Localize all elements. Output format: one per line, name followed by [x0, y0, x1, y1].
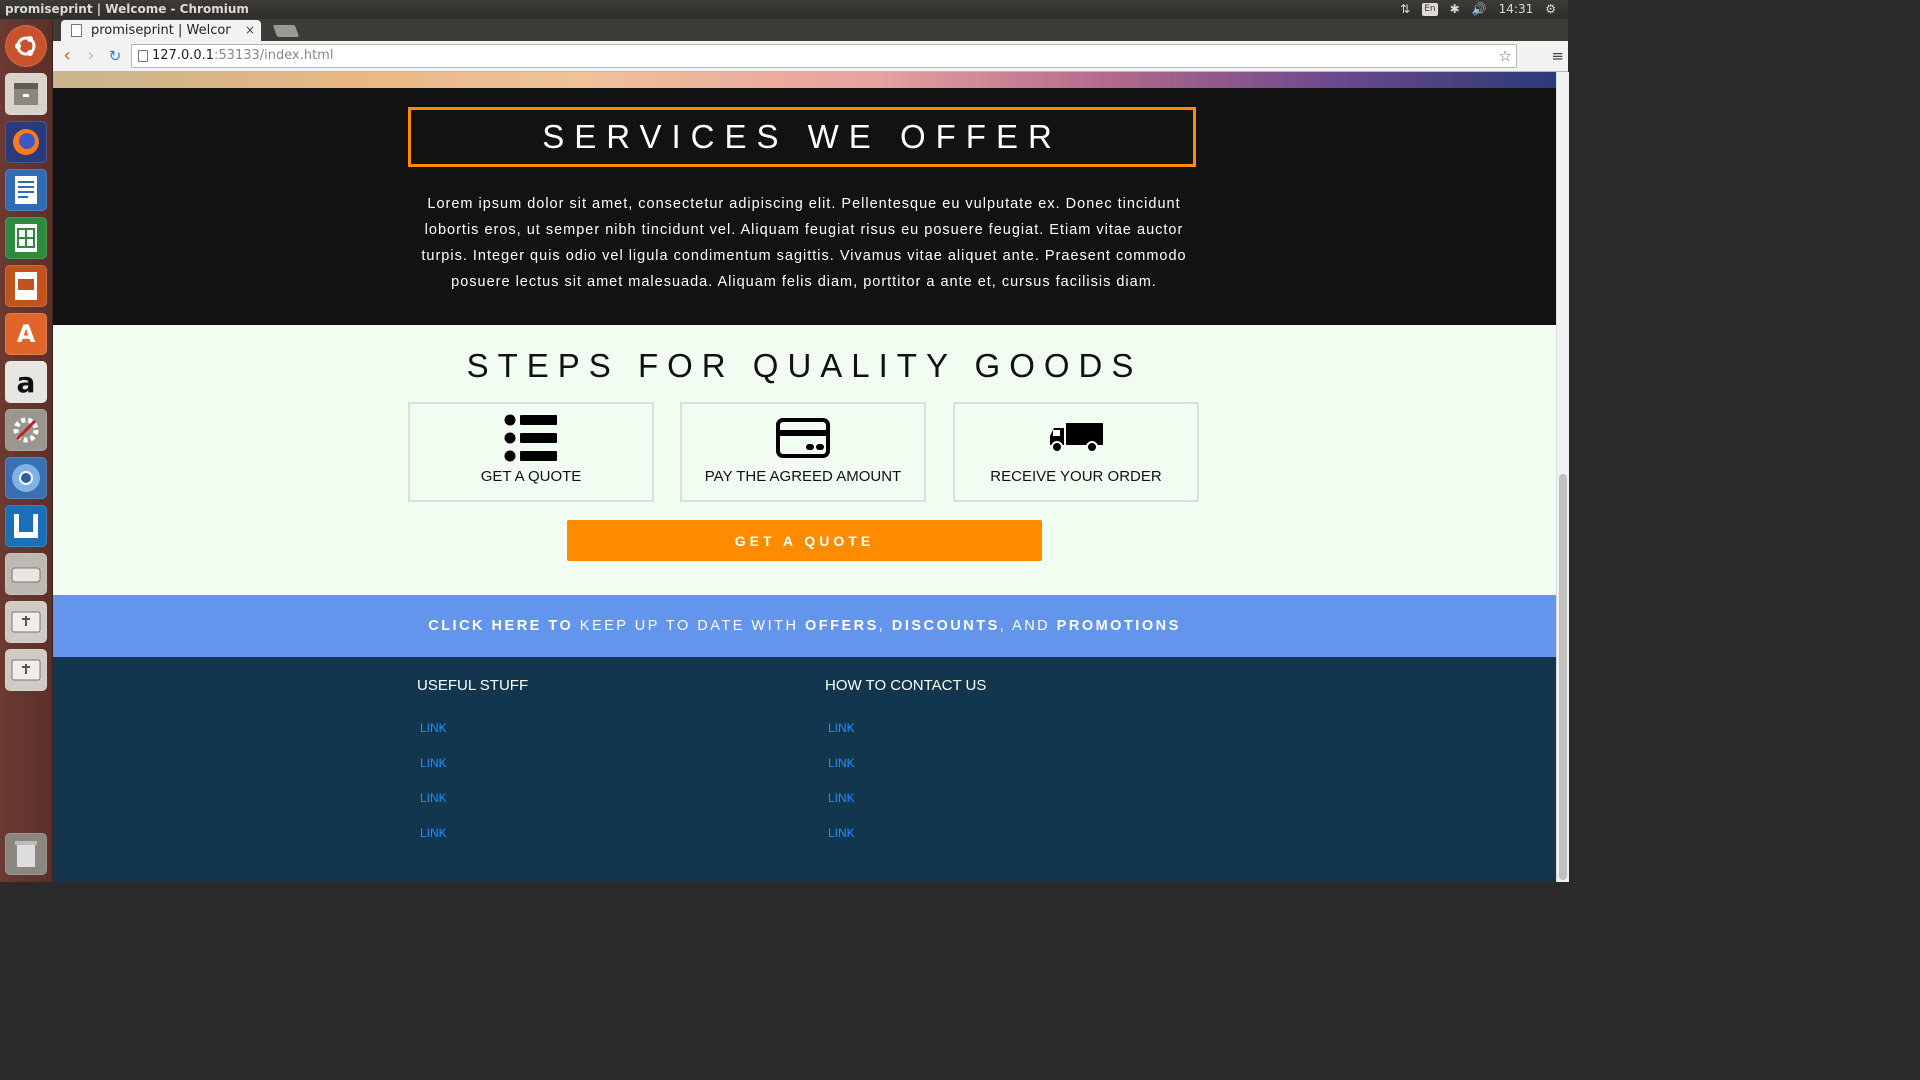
chromium-icon[interactable] — [5, 457, 47, 499]
impress-icon[interactable] — [5, 265, 47, 307]
system-settings-icon[interactable] — [5, 409, 47, 451]
menu-icon[interactable]: ≡ — [1551, 47, 1564, 65]
promo-banner[interactable]: CLICK HERE TO KEEP UP TO DATE WITH OFFER… — [53, 595, 1556, 657]
footer-link[interactable]: LINK — [420, 791, 447, 805]
services-description: Lorem ipsum dolor sit amet, consectetur … — [421, 196, 1187, 290]
footer-link[interactable]: LINK — [420, 756, 447, 770]
top-panel: promiseprint | Welcome - Chromium ⇅ En ✱… — [0, 0, 1568, 19]
footer-heading: HOW TO CONTACT US — [825, 677, 987, 694]
promo-text-and: , AND — [999, 618, 1057, 634]
page-scrollbar[interactable] — [1556, 72, 1569, 882]
software-center-icon[interactable]: A — [5, 313, 47, 355]
page-info-icon[interactable] — [138, 50, 148, 62]
promo-separator: , — [878, 618, 892, 634]
get-a-quote-button[interactable]: GET A QUOTE — [567, 520, 1042, 561]
step-label: RECEIVE YOUR ORDER — [990, 468, 1162, 485]
promo-click-here[interactable]: CLICK HERE TO — [428, 618, 573, 634]
step-card-get-quote: GET A QUOTE — [408, 402, 654, 502]
services-title: SERVICES WE OFFER — [542, 118, 1062, 155]
bookmark-star-icon[interactable]: ☆ — [1499, 45, 1512, 67]
browser-tab[interactable]: promiseprint | Welcome × — [61, 20, 261, 41]
close-icon[interactable]: × — [245, 20, 255, 41]
firefox-icon[interactable] — [5, 121, 47, 163]
promo-discounts: DISCOUNTS — [891, 618, 1000, 634]
step-card-pay: PAY THE AGREED AMOUNT — [680, 402, 926, 502]
url-host: 127.0.0.1 — [152, 48, 215, 63]
footer-link[interactable]: LINK — [828, 721, 855, 735]
usb-drive-icon[interactable] — [5, 601, 47, 643]
keyboard-indicator[interactable]: En — [1422, 3, 1438, 16]
services-section: SERVICES WE OFFER Lorem ipsum dolor sit … — [53, 88, 1556, 325]
new-tab-button[interactable] — [272, 25, 300, 37]
step-label: GET A QUOTE — [480, 468, 582, 485]
calc-icon[interactable] — [5, 217, 47, 259]
settings-gear-icon[interactable]: ⚙ — [1545, 0, 1556, 19]
footer-link[interactable]: LINK — [420, 826, 447, 840]
url-path: :53133/index.html — [214, 48, 334, 63]
steps-section: STEPS FOR QUALITY GOODS GET A QUOTE PAY … — [53, 325, 1556, 595]
step-label: PAY THE AGREED AMOUNT — [704, 468, 902, 485]
app-icon[interactable] — [5, 505, 47, 547]
step-card-receive: RECEIVE YOUR ORDER — [953, 402, 1199, 502]
clock[interactable]: 14:31 — [1499, 0, 1534, 19]
footer-link[interactable]: LINK — [828, 791, 855, 805]
tab-title: promiseprint | Welcome — [91, 23, 231, 38]
credit-card-icon — [776, 418, 830, 458]
writer-icon[interactable] — [5, 169, 47, 211]
browser-toolbar: ‹ › ↻ 127.0.0.1:53133/index.html ☆ ≡ — [53, 41, 1568, 72]
forward-icon[interactable]: › — [81, 45, 101, 67]
footer-link[interactable]: LINK — [828, 756, 855, 770]
tab-strip: promiseprint | Welcome × — [53, 19, 1568, 41]
list-icon — [504, 414, 557, 462]
window-title: promiseprint | Welcome - Chromium — [5, 2, 249, 16]
footer: USEFUL STUFF LINK LINK LINK LINK HOW TO … — [53, 657, 1556, 882]
trash-icon[interactable] — [5, 833, 47, 875]
volume-icon[interactable]: 🔊 — [1472, 0, 1487, 19]
truck-icon — [1050, 423, 1103, 453]
usb-drive-icon[interactable] — [5, 649, 47, 691]
url-text: 127.0.0.1:53133/index.html — [152, 45, 333, 67]
steps-title: STEPS FOR QUALITY GOODS — [466, 347, 1143, 384]
hero-image-strip — [53, 72, 1556, 88]
promo-offers: OFFERS — [804, 618, 879, 634]
network-icon[interactable]: ⇅ — [1400, 0, 1410, 19]
promo-promotions: PROMOTIONS — [1056, 618, 1181, 634]
scrollbar-thumb[interactable] — [1559, 474, 1567, 880]
system-tray: ⇅ En ✱ 🔊 14:31 ⚙ — [1400, 0, 1568, 19]
launcher: A a — [0, 19, 53, 882]
ubuntu-dash-icon[interactable] — [5, 25, 47, 67]
page-viewport: SERVICES WE OFFER Lorem ipsum dolor sit … — [53, 72, 1556, 882]
footer-link[interactable]: LINK — [420, 721, 447, 735]
back-icon[interactable]: ‹ — [57, 45, 77, 67]
promo-text: KEEP UP TO DATE WITH — [573, 618, 805, 634]
footer-heading: USEFUL STUFF — [417, 677, 529, 694]
disk-drive-icon[interactable] — [5, 553, 47, 595]
page-icon — [71, 24, 82, 37]
address-bar[interactable]: 127.0.0.1:53133/index.html ☆ — [131, 44, 1517, 68]
footer-link[interactable]: LINK — [828, 826, 855, 840]
services-title-box: SERVICES WE OFFER — [408, 107, 1196, 167]
files-icon[interactable] — [5, 73, 47, 115]
reload-icon[interactable]: ↻ — [105, 45, 125, 67]
bluetooth-icon[interactable]: ✱ — [1450, 0, 1460, 19]
amazon-icon[interactable]: a — [5, 361, 47, 403]
